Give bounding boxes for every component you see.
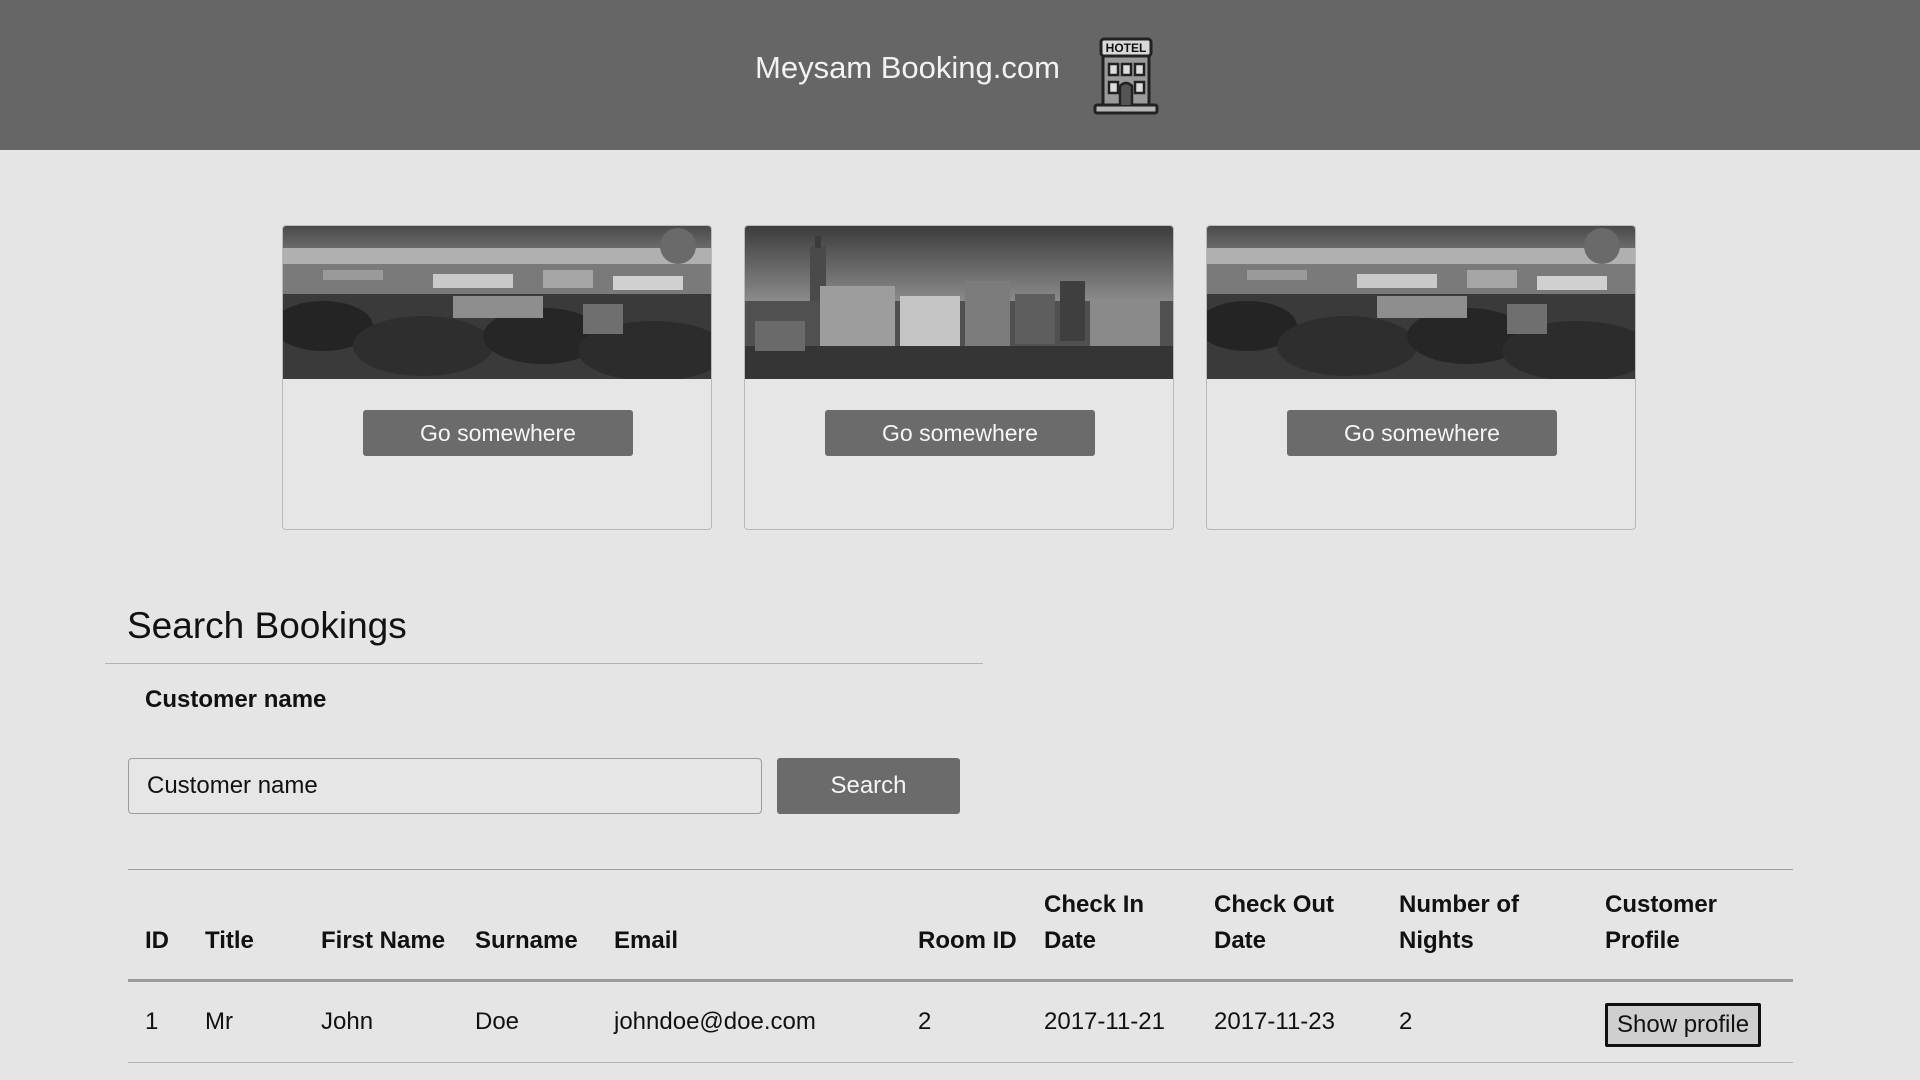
cell-title: Mr — [205, 1008, 233, 1035]
hotel-icon: HOTEL — [1091, 37, 1161, 115]
cell-customer-profile: Show profile — [1588, 981, 1793, 1063]
cell-check-out-date: 2017-11-23 — [1214, 1008, 1335, 1035]
brand-link[interactable]: Meysam Booking.com — [755, 50, 1060, 86]
city-park-aerial-photo — [1207, 226, 1635, 379]
customer-name-input[interactable] — [128, 758, 762, 814]
cell-email: johndoe@doe.com — [614, 1008, 816, 1035]
column-header-customer-profile: Customer Profile — [1605, 891, 1718, 954]
cell-check-in-date: 2017-11-21 — [1044, 1008, 1165, 1035]
site-header: Meysam Booking.com HOTEL — [0, 0, 1920, 150]
table-header-row: ID Title First Name Surname Email Room I… — [128, 869, 1793, 981]
customer-name-label: Customer name — [145, 686, 327, 713]
search-title: Search Bookings — [127, 605, 407, 646]
cell-surname: Doe — [475, 1008, 520, 1035]
go-somewhere-button[interactable]: Go somewhere — [1287, 410, 1557, 456]
column-header-room-id: Room ID — [918, 927, 1017, 954]
go-somewhere-button[interactable]: Go somewhere — [363, 410, 633, 456]
bookings-table: ID Title First Name Surname Email Room I… — [128, 869, 1793, 1063]
column-header-check-out-date: Check Out Date — [1214, 891, 1335, 954]
column-header-surname: Surname — [475, 927, 578, 954]
destination-card: Go somewhere — [744, 225, 1174, 530]
go-somewhere-button[interactable]: Go somewhere — [825, 410, 1095, 456]
cell-number-of-nights: 2 — [1399, 1008, 1413, 1035]
destination-card: Go somewhere — [282, 225, 712, 530]
column-header-title: Title — [205, 927, 254, 954]
bookings-table-container: ID Title First Name Surname Email Room I… — [128, 869, 1793, 1063]
cell-id: 1 — [145, 1008, 159, 1035]
cell-first-name: John — [321, 1008, 374, 1035]
svg-text:HOTEL: HOTEL — [1106, 41, 1147, 55]
destination-card: Go somewhere — [1206, 225, 1636, 530]
city-park-aerial-photo — [283, 226, 711, 379]
column-header-id: ID — [145, 927, 169, 954]
city-center-aerial-photo — [745, 226, 1173, 379]
search-button[interactable]: Search — [777, 758, 960, 814]
column-header-email: Email — [614, 927, 679, 954]
column-header-check-in-date: Check In Date — [1044, 891, 1145, 954]
section-divider — [105, 663, 983, 664]
show-profile-button[interactable]: Show profile — [1605, 1003, 1762, 1047]
column-header-number-of-nights: Number of Nights — [1399, 891, 1519, 954]
table-row: 1 Mr John Doe johndoe@doe.com 2 2017-11-… — [128, 981, 1793, 1063]
column-header-first-name: First Name — [321, 927, 446, 954]
cell-room-id: 2 — [918, 1008, 932, 1035]
